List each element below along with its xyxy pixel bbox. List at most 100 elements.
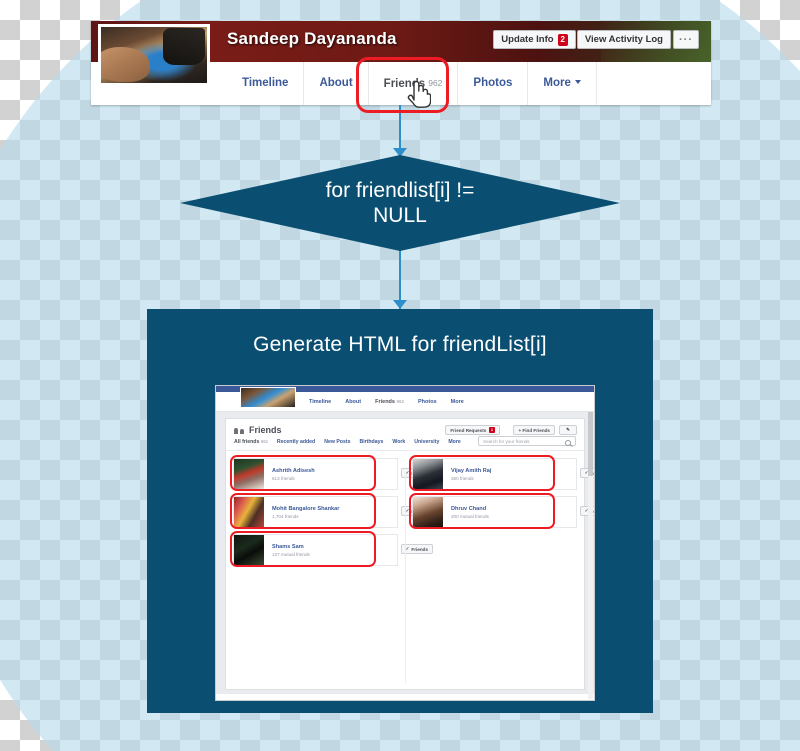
friends-page-screenshot: Timeline About Friends 962 Photos More F… bbox=[215, 385, 595, 701]
tab-photos[interactable]: Photos bbox=[458, 62, 529, 105]
friend-photo[interactable] bbox=[234, 497, 264, 527]
friend-subtitle: 613 friends bbox=[272, 475, 295, 481]
friends-panel: Friends Friend Requests 1 + Find Friends… bbox=[225, 418, 594, 690]
chevron-down-icon bbox=[574, 80, 581, 84]
inner-tab-more-label: More bbox=[450, 398, 464, 405]
friend-subtitle: 137 mutual friends bbox=[272, 551, 310, 557]
facebook-profile-header: Sandeep Dayananda Update Info 2 View Act… bbox=[91, 21, 711, 105]
flowchart-canvas: Sandeep Dayananda Update Info 2 View Act… bbox=[0, 0, 800, 751]
decision-node: for friendlist[i] != NULL bbox=[180, 155, 620, 251]
filter-recently-added[interactable]: Recently added bbox=[277, 439, 315, 445]
tab-about-label: About bbox=[319, 77, 353, 89]
friend-name[interactable]: Dhruv Chand bbox=[451, 506, 576, 512]
inner-tab-about[interactable]: About bbox=[338, 399, 368, 405]
process-node-label: Generate HTML for friendList[i] bbox=[253, 333, 547, 356]
search-placeholder: Search for your friends bbox=[483, 438, 530, 444]
filter-new-posts-label: New Posts bbox=[324, 439, 351, 445]
filter-more-label: More bbox=[448, 439, 461, 445]
friend-row: Vijay Amith Raj 360 friends ✓Friends bbox=[412, 458, 594, 490]
find-friends-label: + Find Friends bbox=[518, 427, 550, 433]
filter-work-label: Work bbox=[392, 439, 406, 445]
search-input[interactable]: Search for your friends bbox=[478, 436, 576, 446]
decision-node-label: for friendlist[i] != NULL bbox=[325, 179, 475, 227]
column-divider bbox=[405, 475, 406, 683]
friend-name[interactable]: Mohit Bangalore Shankar bbox=[272, 506, 397, 512]
pencil-icon: ✎ bbox=[566, 427, 570, 432]
friend-subtitle: 1,704 friends bbox=[272, 513, 299, 519]
friend-name[interactable]: Shams Sam bbox=[272, 544, 397, 550]
friends-filter-row: All friends 962 Recently added New Posts … bbox=[226, 436, 584, 451]
tab-timeline[interactable]: Timeline bbox=[227, 62, 305, 105]
friend-requests-badge: 1 bbox=[488, 427, 495, 433]
friend-row: Shams Sam 137 mutual friends ✓ Friends bbox=[233, 534, 433, 566]
inner-tab-about-label: About bbox=[345, 398, 362, 405]
more-options-button[interactable]: ··· bbox=[673, 30, 699, 49]
list-item[interactable]: Ashrith Adisesh 613 friends ✓Friends bbox=[226, 455, 433, 493]
check-icon: ✓ bbox=[405, 546, 410, 551]
inner-tab-friends-count: 962 bbox=[396, 398, 404, 404]
friends-status-label: Friends bbox=[411, 546, 428, 552]
scrollbar-thumb[interactable] bbox=[588, 412, 593, 476]
inner-tab-friends-label: Friends bbox=[375, 398, 395, 405]
view-activity-log-label: View Activity Log bbox=[584, 34, 663, 45]
people-icon bbox=[234, 426, 244, 434]
friend-row: Mohit Bangalore Shankar 1,704 friends ✓F… bbox=[233, 496, 433, 528]
tab-more-label: More bbox=[543, 77, 571, 89]
friend-row: Ashrith Adisesh 613 friends ✓Friends bbox=[233, 458, 433, 490]
list-item[interactable]: Dhruv Chand 200 mutual friends ✓Friends bbox=[405, 493, 594, 531]
edit-pencil-button[interactable]: ✎ bbox=[559, 425, 577, 435]
scrollbar[interactable] bbox=[588, 412, 593, 699]
friend-requests-label: Friend Requests bbox=[450, 427, 487, 433]
friend-info: Dhruv Chand 200 mutual friends bbox=[443, 506, 576, 519]
tab-about[interactable]: About bbox=[304, 62, 369, 105]
filter-birthdays[interactable]: Birthdays bbox=[359, 439, 383, 445]
friend-photo[interactable] bbox=[234, 535, 264, 565]
friend-photo[interactable] bbox=[413, 497, 443, 527]
inner-page-body: Friends Friend Requests 1 + Find Friends… bbox=[216, 412, 594, 694]
search-icon bbox=[565, 439, 571, 446]
avatar[interactable] bbox=[98, 24, 210, 86]
list-item[interactable]: Vijay Amith Raj 360 friends ✓Friends bbox=[405, 455, 594, 493]
inner-tab-more[interactable]: More bbox=[444, 399, 471, 405]
update-info-label: Update Info bbox=[501, 34, 554, 45]
friend-info: Shams Sam 137 mutual friends bbox=[264, 544, 397, 557]
tab-timeline-label: Timeline bbox=[242, 77, 289, 89]
process-node: Generate HTML for friendList[i] Timeline… bbox=[147, 309, 653, 713]
connector-arrowhead-2-icon bbox=[393, 300, 407, 309]
filter-all-friends[interactable]: All friends 962 bbox=[234, 439, 268, 445]
friend-name[interactable]: Ashrith Adisesh bbox=[272, 468, 397, 474]
page-title: Sandeep Dayananda bbox=[227, 29, 397, 48]
friend-requests-button[interactable]: Friend Requests 1 bbox=[445, 425, 500, 435]
filter-all-friends-count: 962 bbox=[260, 439, 268, 444]
filter-university-label: University bbox=[414, 439, 440, 445]
find-friends-button[interactable]: + Find Friends bbox=[513, 425, 555, 435]
view-activity-log-button[interactable]: View Activity Log bbox=[576, 30, 671, 49]
connector-header-to-decision bbox=[399, 105, 401, 153]
friend-info: Ashrith Adisesh 613 friends bbox=[264, 468, 397, 481]
filter-recently-added-label: Recently added bbox=[276, 439, 316, 445]
update-info-button[interactable]: Update Info 2 bbox=[493, 30, 576, 49]
hand-pointer-cursor-icon bbox=[405, 78, 432, 113]
filter-all-friends-label: All friends bbox=[234, 439, 260, 445]
inner-avatar[interactable] bbox=[240, 387, 296, 408]
filter-more[interactable]: More bbox=[448, 439, 460, 445]
filter-university[interactable]: University bbox=[414, 439, 439, 445]
filter-birthdays-label: Birthdays bbox=[359, 439, 384, 445]
tab-photos-label: Photos bbox=[473, 77, 513, 89]
inner-tab-timeline[interactable]: Timeline bbox=[302, 399, 338, 405]
friend-photo[interactable] bbox=[413, 459, 443, 489]
inner-tab-photos-label: Photos bbox=[418, 398, 437, 405]
friend-photo[interactable] bbox=[234, 459, 264, 489]
friend-subtitle: 200 mutual friends bbox=[451, 513, 489, 519]
friend-info: Mohit Bangalore Shankar 1,704 friends bbox=[264, 506, 397, 519]
list-item[interactable]: Mohit Bangalore Shankar 1,704 friends ✓F… bbox=[226, 493, 433, 531]
friend-info: Vijay Amith Raj 360 friends bbox=[443, 468, 576, 481]
friends-panel-title: Friends bbox=[249, 425, 282, 435]
filter-new-posts[interactable]: New Posts bbox=[324, 439, 350, 445]
inner-tab-friends[interactable]: Friends 962 bbox=[368, 399, 411, 405]
list-item[interactable]: Shams Sam 137 mutual friends ✓ Friends bbox=[226, 531, 433, 569]
filter-work[interactable]: Work bbox=[392, 439, 405, 445]
inner-tab-photos[interactable]: Photos bbox=[411, 399, 444, 405]
friend-name[interactable]: Vijay Amith Raj bbox=[451, 468, 576, 474]
tab-more[interactable]: More bbox=[528, 62, 597, 105]
